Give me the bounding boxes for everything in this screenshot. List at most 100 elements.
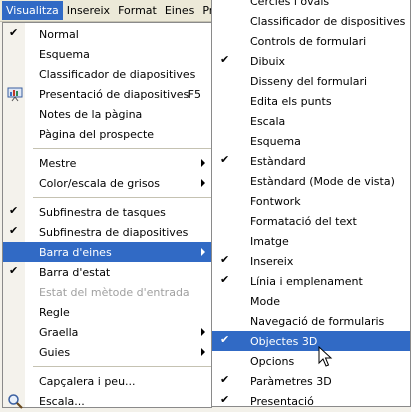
toolbar-item-label: Dibuix	[250, 54, 286, 68]
toolbar-item[interactable]: Navegació de formularis	[212, 311, 410, 331]
menu-item-pagina-prospecte[interactable]: Pàgina del prospecte	[3, 124, 211, 144]
toolbar-item-label: Opcions	[250, 354, 295, 368]
check-icon: ✔	[220, 53, 230, 66]
toolbar-item-label: Cercles i ovals	[250, 0, 330, 8]
toolbar-item[interactable]: Controls de formulari	[212, 31, 410, 51]
toolbar-item[interactable]: Cercles i ovals	[212, 0, 410, 11]
menu-item-label: Regle	[39, 305, 70, 319]
toolbar-item[interactable]: ✔ Línia i emplenament	[212, 271, 410, 291]
menu-item-label: Color/escala de grisos	[39, 176, 161, 190]
toolbar-item-label: Edita els punts	[250, 94, 332, 108]
submenu-arrow-icon	[201, 179, 205, 187]
toolbar-item-label: Estàndard	[250, 154, 306, 168]
menu-item-mestre[interactable]: Mestre	[3, 153, 211, 173]
toolbar-item[interactable]: ✔ Paràmetres 3D	[212, 371, 410, 391]
menu-visualitza[interactable]: Visualitza	[2, 1, 63, 20]
menu-item-subfinestra-tasques[interactable]: ✔ Subfinestra de tasques	[3, 202, 211, 222]
toolbar-item-label: Paràmetres 3D	[250, 374, 332, 388]
toolbar-item-label: Mode	[250, 294, 280, 308]
menu-item-label: Mestre	[39, 156, 77, 170]
toolbar-item-label: Línia i emplenament	[250, 274, 363, 288]
menu-item-classificador[interactable]: Classificador de diapositives	[3, 64, 211, 84]
check-icon: ✔	[9, 224, 19, 237]
menu-item-barra-estat[interactable]: ✔ Barra d'estat	[3, 262, 211, 282]
menu-item-graella[interactable]: Graella	[3, 322, 211, 342]
menu-item-capcalera[interactable]: Capçalera i peu...	[3, 371, 211, 391]
menu-eines[interactable]: Eines	[161, 1, 198, 20]
menu-item-label: Estat del mètode d'entrada	[39, 285, 190, 299]
toolbar-item[interactable]: Mode	[212, 291, 410, 311]
menu-item-label: Barra d'estat	[39, 265, 111, 279]
submenu-arrow-icon	[201, 159, 205, 167]
toolbar-item-label: Escala	[250, 114, 286, 128]
menu-item-label: Capçalera i peu...	[39, 374, 136, 388]
menu-item-notes[interactable]: Notes de la pàgina	[3, 104, 211, 124]
check-icon: ✔	[220, 253, 230, 266]
menu-item-guies[interactable]: Guies	[3, 342, 211, 362]
check-icon: ✔	[220, 373, 230, 386]
check-icon: ✔	[9, 264, 19, 277]
menu-item-normal[interactable]: ✔ Normal	[3, 24, 211, 44]
check-icon: ✔	[220, 393, 230, 406]
toolbar-item[interactable]: Escala	[212, 111, 410, 131]
toolbar-item-label: Disseny del formulari	[250, 74, 368, 88]
menu-item-label: Subfinestra de diapositives	[39, 225, 189, 239]
menu-item-barra-eines[interactable]: Barra d'eines	[3, 242, 211, 262]
toolbar-item[interactable]: Fontwork	[212, 191, 410, 211]
menu-item-label: Subfinestra de tasques	[39, 205, 166, 219]
mouse-cursor-icon	[318, 346, 333, 367]
menu-item-label: Normal	[39, 27, 79, 41]
menu-item-label: Presentació de diapositives	[39, 87, 190, 101]
menu-item-subfinestra-diapositives[interactable]: ✔ Subfinestra de diapositives	[3, 222, 211, 242]
toolbar-item-label: Objectes 3D	[250, 334, 318, 348]
menu-item-esquema[interactable]: Esquema	[3, 44, 211, 64]
shortcut-label: F5	[187, 87, 201, 101]
toolbars-submenu: Cercles i ovals Classificador de disposit…	[211, 0, 411, 408]
check-icon: ✔	[220, 153, 230, 166]
toolbar-item[interactable]: ✔ Dibuix	[212, 51, 410, 71]
menu-item-label: Notes de la pàgina	[39, 107, 143, 121]
toolbar-item[interactable]: Estàndard (Mode de vista)	[212, 171, 410, 191]
menu-separator	[33, 197, 211, 198]
toolbar-item[interactable]: Formatació del text	[212, 211, 410, 231]
menu-item-estat-metode: Estat del mètode d'entrada	[3, 282, 211, 302]
view-menu: ✔ Normal Esquema Classificador de diapos…	[2, 22, 212, 411]
menu-bar: Visualitza Insereix Format Eines Pre	[0, 0, 226, 22]
menu-item-regle[interactable]: Regle	[3, 302, 211, 322]
menu-item-label: Escala...	[39, 394, 85, 408]
submenu-arrow-icon	[201, 348, 205, 356]
toolbar-item-label: Presentació	[250, 394, 314, 408]
submenu-arrow-icon	[201, 248, 205, 256]
toolbar-item[interactable]: ✔ Presentació	[212, 391, 410, 411]
toolbar-item[interactable]: Edita els punts	[212, 91, 410, 111]
check-icon: ✔	[220, 273, 230, 286]
menu-format[interactable]: Format	[114, 1, 161, 20]
menu-item-label: Barra d'eines	[39, 245, 112, 259]
toolbar-item[interactable]: Classificador de dispositives	[212, 11, 410, 31]
toolbar-item-label: Estàndard (Mode de vista)	[250, 174, 395, 188]
toolbar-item-label: Esquema	[250, 134, 301, 148]
slideshow-icon	[7, 86, 23, 102]
toolbar-item-label: Controls de formulari	[250, 34, 367, 48]
check-icon: ✔	[9, 26, 19, 39]
toolbar-item[interactable]: Disseny del formulari	[212, 71, 410, 91]
toolbar-item-label: Formatació del text	[250, 214, 357, 228]
menu-separator	[33, 148, 211, 149]
toolbar-item-label: Fontwork	[250, 194, 301, 208]
menu-item-color-escala[interactable]: Color/escala de grisos	[3, 173, 211, 193]
toolbar-item[interactable]: Esquema	[212, 131, 410, 151]
menu-item-label: Guies	[39, 345, 71, 359]
menu-item-label: Graella	[39, 325, 79, 339]
toolbar-item[interactable]: ✔ Insereix	[212, 251, 410, 271]
toolbar-item[interactable]: Opcions	[212, 351, 410, 371]
toolbar-item-label: Navegació de formularis	[250, 314, 385, 328]
menu-item-presentacio[interactable]: Presentació de diapositives F5	[3, 84, 211, 104]
menu-insereix[interactable]: Insereix	[63, 1, 114, 20]
menu-item-escala[interactable]: Escala...	[3, 391, 211, 411]
toolbar-item[interactable]: Imatge	[212, 231, 410, 251]
toolbar-item-label: Classificador de dispositives	[250, 14, 406, 28]
menu-item-label: Classificador de diapositives	[39, 67, 196, 81]
toolbar-item[interactable]: ✔ Estàndard	[212, 151, 410, 171]
toolbar-item[interactable]: ✔ Objectes 3D	[212, 331, 410, 351]
check-icon: ✔	[9, 204, 19, 217]
